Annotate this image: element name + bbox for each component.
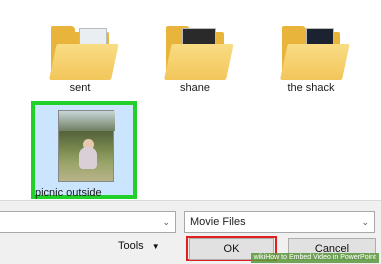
folder-sent[interactable]: sent — [45, 18, 119, 94]
folder-icon — [49, 18, 119, 80]
tools-menu[interactable]: Tools ▼ — [118, 240, 160, 252]
watermark: wikiHow to Embed Video in PowerPoint — [250, 253, 379, 263]
filename-dropdown[interactable]: ⌄ — [0, 211, 176, 233]
file-label: picnic outside — [35, 187, 102, 199]
file-list-pane: sent shane the shack picnic outside — [0, 0, 381, 200]
folder-label: sent — [69, 82, 91, 94]
tools-label: Tools — [118, 240, 144, 252]
folder-label: shane — [180, 82, 210, 94]
folder-label: the shack — [287, 82, 335, 94]
dropdown-arrow-icon: ▼ — [151, 242, 160, 251]
folder-the-shack[interactable]: the shack — [276, 18, 350, 94]
folder-shane[interactable]: shane — [160, 18, 234, 94]
file-picnic-outside[interactable]: picnic outside — [31, 101, 137, 199]
chevron-down-icon: ⌄ — [162, 217, 170, 227]
chevron-down-icon: ⌄ — [361, 217, 369, 227]
video-thumbnail — [58, 110, 115, 182]
file-type-select[interactable]: Movie Files ⌄ — [184, 211, 375, 233]
file-type-value: Movie Files — [190, 216, 246, 228]
folder-icon — [164, 18, 234, 80]
dialog-footer: ⌄ Movie Files ⌄ Tools ▼ OK Cancel wikiHow… — [0, 200, 381, 264]
folder-icon — [280, 18, 350, 80]
